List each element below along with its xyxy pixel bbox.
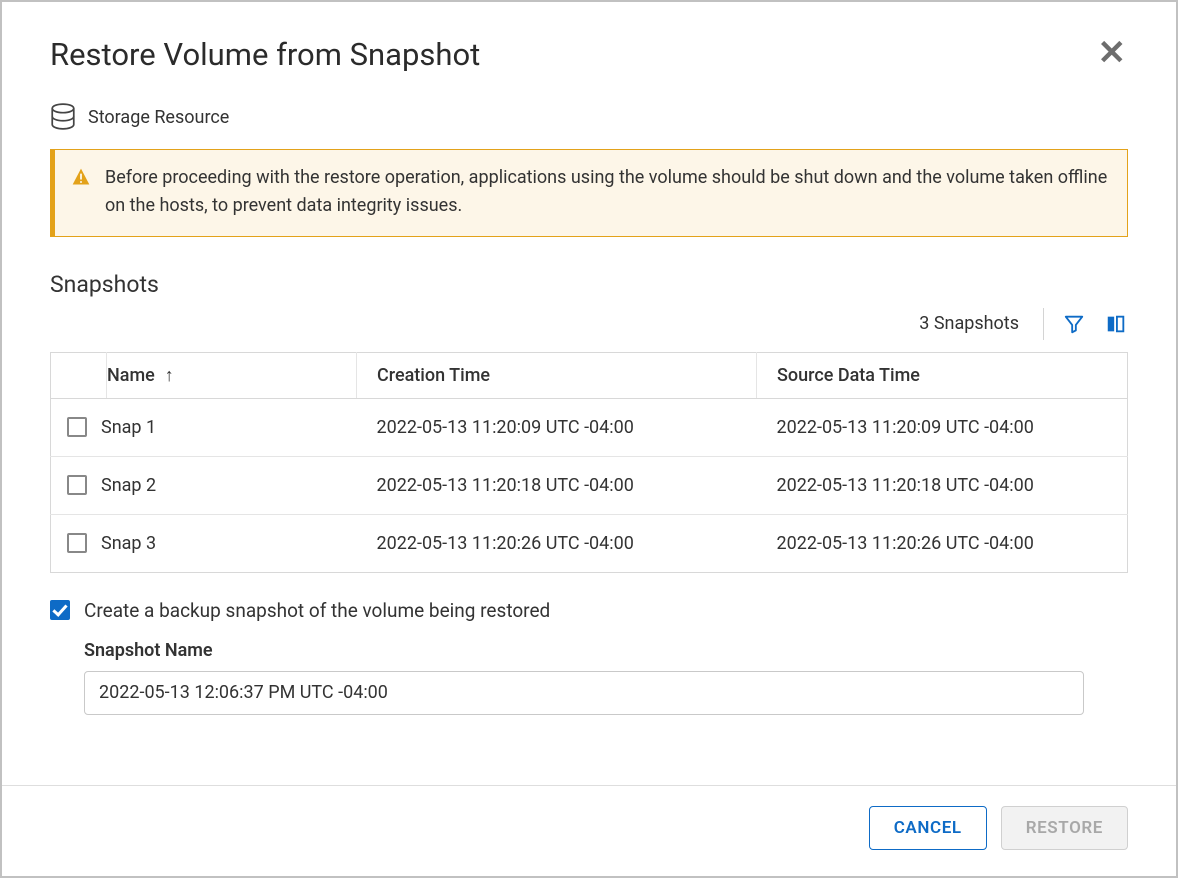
storage-resource-row: Storage Resource (50, 103, 1128, 131)
table-row[interactable]: Snap 1 2022-05-13 11:20:09 UTC -04:00 20… (51, 398, 1128, 456)
table-row[interactable]: Snap 2 2022-05-13 11:20:18 UTC -04:00 20… (51, 456, 1128, 514)
warning-text: Before proceeding with the restore opera… (105, 164, 1109, 220)
snapshot-name-block: Snapshot Name (84, 640, 1128, 715)
storage-resource-label: Storage Resource (88, 107, 229, 128)
table-row[interactable]: Snap 3 2022-05-13 11:20:26 UTC -04:00 20… (51, 514, 1128, 572)
create-backup-label: Create a backup snapshot of the volume b… (84, 599, 550, 622)
snapshots-table: Name ↑ Creation Time Source Data Time Sn… (50, 352, 1128, 573)
snapshot-name: Snap 1 (101, 417, 156, 438)
snapshot-source: 2022-05-13 11:20:26 UTC -04:00 (757, 514, 1128, 572)
snapshot-count: 3 Snapshots (919, 313, 1025, 334)
close-icon[interactable]: ✕ (1096, 36, 1129, 70)
snapshot-creation: 2022-05-13 11:20:26 UTC -04:00 (357, 514, 757, 572)
restore-button[interactable]: RESTORE (1001, 806, 1128, 850)
warning-alert: Before proceeding with the restore opera… (50, 149, 1128, 237)
filter-icon[interactable] (1062, 312, 1086, 336)
toolbar-separator (1043, 308, 1044, 340)
row-checkbox[interactable] (67, 533, 87, 553)
snapshot-creation: 2022-05-13 11:20:18 UTC -04:00 (357, 456, 757, 514)
database-icon (50, 103, 76, 131)
snapshots-section-title: Snapshots (50, 271, 1128, 298)
dialog-footer: CANCEL RESTORE (2, 785, 1176, 876)
snapshot-source: 2022-05-13 11:20:18 UTC -04:00 (757, 456, 1128, 514)
snapshot-creation: 2022-05-13 11:20:09 UTC -04:00 (357, 398, 757, 456)
column-header-name[interactable]: Name ↑ (107, 352, 357, 398)
column-label-name: Name (107, 365, 155, 386)
restore-volume-dialog: Restore Volume from Snapshot ✕ Storage R… (0, 0, 1178, 878)
snapshot-source: 2022-05-13 11:20:09 UTC -04:00 (757, 398, 1128, 456)
sort-ascending-icon: ↑ (165, 365, 174, 386)
snapshot-name: Snap 3 (101, 533, 156, 554)
columns-icon[interactable] (1104, 312, 1128, 336)
row-checkbox[interactable] (67, 417, 87, 437)
warning-icon (71, 167, 91, 187)
cancel-button[interactable]: CANCEL (869, 806, 987, 850)
row-checkbox[interactable] (67, 475, 87, 495)
dialog-body: Restore Volume from Snapshot ✕ Storage R… (2, 2, 1176, 785)
snapshot-name-input[interactable] (84, 671, 1084, 715)
column-header-source[interactable]: Source Data Time (757, 352, 1128, 398)
column-header-creation[interactable]: Creation Time (357, 352, 757, 398)
snapshots-toolbar: 3 Snapshots (50, 308, 1128, 340)
dialog-header: Restore Volume from Snapshot ✕ (50, 36, 1128, 73)
table-header-row: Name ↑ Creation Time Source Data Time (51, 352, 1128, 398)
create-backup-row: Create a backup snapshot of the volume b… (50, 599, 1128, 622)
snapshot-name: Snap 2 (101, 475, 156, 496)
column-header-checkbox (51, 352, 107, 398)
snapshot-name-label: Snapshot Name (84, 640, 1128, 661)
create-backup-checkbox[interactable] (50, 600, 70, 620)
dialog-title: Restore Volume from Snapshot (50, 36, 480, 73)
